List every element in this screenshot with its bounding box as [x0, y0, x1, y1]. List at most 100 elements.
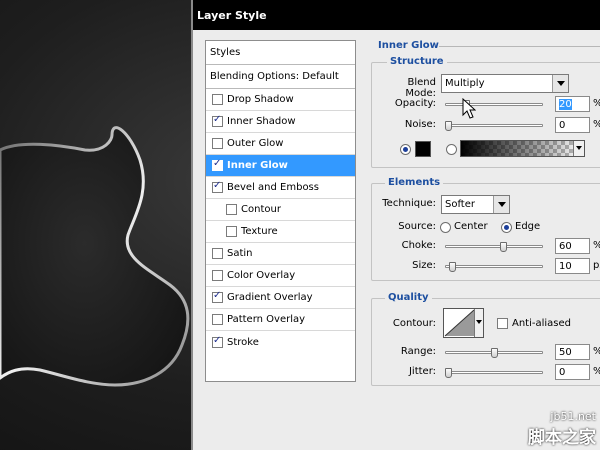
source-center-radio[interactable] — [440, 222, 451, 233]
noise-unit: % — [593, 119, 600, 130]
styles-header-label: Styles — [210, 47, 241, 58]
size-input[interactable]: 10 — [555, 258, 590, 274]
style-item-label: Color Overlay — [227, 270, 296, 281]
jitter-value: 0 — [559, 367, 566, 378]
style-item-contour[interactable]: Contour — [206, 199, 355, 221]
style-item-satin[interactable]: Satin — [206, 243, 355, 265]
gradient-radio[interactable] — [446, 144, 457, 155]
glow-gradient-picker[interactable] — [460, 140, 585, 157]
blending-options-label: Blending Options: Default — [210, 71, 339, 82]
jitter-label: Jitter: — [408, 366, 436, 377]
range-slider-handle[interactable] — [490, 348, 498, 358]
style-item-inner-shadow[interactable]: Inner Shadow — [206, 111, 355, 133]
inner-glow-checkbox[interactable] — [212, 158, 223, 171]
inner-glow-title: Inner Glow — [378, 40, 439, 51]
contour-picker[interactable] — [443, 308, 484, 338]
style-item-color-overlay[interactable]: Color Overlay — [206, 265, 355, 287]
range-label: Range: — [400, 346, 436, 357]
glow-color-swatch[interactable] — [415, 141, 431, 157]
range-input[interactable]: 50 — [555, 344, 590, 360]
source-center-label: Center — [454, 221, 488, 232]
style-item-bevel-and-emboss[interactable]: Bevel and Emboss — [206, 177, 355, 199]
blend-mode-label: Blend Mode: — [405, 77, 436, 99]
source-edge-radio[interactable] — [501, 222, 512, 233]
watermark-name: 脚本之家 — [528, 428, 596, 448]
opacity-unit: % — [593, 98, 600, 109]
choke-slider-handle[interactable] — [499, 242, 507, 252]
layer-style-dialog: Layer Style Styles Blending Options: Def… — [191, 0, 600, 450]
color-overlay-checkbox[interactable] — [212, 270, 223, 281]
gradient-overlay-checkbox[interactable] — [212, 290, 223, 303]
blend-mode-select[interactable]: Multiply — [441, 74, 569, 93]
drop-shadow-checkbox[interactable] — [212, 94, 223, 105]
source-edge-label: Edge — [515, 221, 541, 232]
noise-slider-handle[interactable] — [445, 121, 452, 131]
dialog-titlebar[interactable]: Layer Style — [193, 0, 600, 30]
technique-select[interactable]: Softer — [441, 195, 510, 214]
size-slider[interactable] — [445, 265, 543, 268]
source-label: Source: — [398, 221, 436, 232]
choke-input[interactable]: 60 — [555, 238, 590, 254]
size-slider-handle[interactable] — [448, 262, 456, 272]
style-item-pattern-overlay[interactable]: Pattern Overlay — [206, 309, 355, 331]
style-item-label: Gradient Overlay — [227, 292, 313, 303]
trefoil-shape — [0, 126, 190, 387]
noise-value: 0 — [559, 120, 566, 131]
mouse-pointer-icon — [462, 98, 476, 119]
chevron-down-icon — [474, 309, 483, 337]
style-item-label: Pattern Overlay — [227, 314, 306, 325]
contour-curve-icon — [444, 309, 475, 337]
range-value: 50 — [559, 347, 572, 358]
dialog-title: Layer Style — [197, 9, 267, 22]
choke-unit: % — [593, 240, 600, 251]
stroke-checkbox[interactable] — [212, 335, 223, 348]
bevel-and-emboss-checkbox[interactable] — [212, 180, 223, 193]
styles-list: Styles Blending Options: Default Drop Sh… — [205, 40, 356, 382]
style-item-label: Inner Glow — [227, 160, 288, 171]
chevron-down-icon — [493, 196, 509, 213]
style-item-gradient-overlay[interactable]: Gradient Overlay — [206, 287, 355, 309]
noise-input[interactable]: 0 — [555, 117, 590, 133]
pattern-overlay-checkbox[interactable] — [212, 314, 223, 325]
style-item-label: Inner Shadow — [227, 116, 296, 127]
noise-label: Noise: — [404, 119, 436, 130]
dialog-content: Styles Blending Options: Default Drop Sh… — [193, 30, 600, 450]
style-item-drop-shadow[interactable]: Drop Shadow — [206, 89, 355, 111]
contour-checkbox[interactable] — [226, 204, 237, 215]
style-item-texture[interactable]: Texture — [206, 221, 355, 243]
range-unit: % — [593, 346, 600, 357]
style-item-label: Texture — [241, 226, 278, 237]
technique-value: Softer — [445, 199, 475, 210]
shape-outline — [0, 126, 190, 387]
inner-shadow-checkbox[interactable] — [212, 114, 223, 127]
anti-aliased-checkbox[interactable] — [497, 318, 508, 329]
jitter-slider[interactable] — [445, 371, 543, 374]
chevron-down-icon — [552, 75, 568, 92]
style-item-label: Satin — [227, 248, 253, 259]
size-unit: px — [593, 260, 600, 271]
blending-options-item[interactable]: Blending Options: Default — [206, 65, 355, 89]
noise-slider[interactable] — [445, 124, 543, 127]
styles-header[interactable]: Styles — [206, 41, 355, 65]
style-item-stroke[interactable]: Stroke — [206, 331, 355, 353]
style-item-label: Drop Shadow — [227, 94, 294, 105]
choke-slider[interactable] — [445, 245, 543, 248]
choke-value: 60 — [559, 241, 572, 252]
size-label: Size: — [412, 260, 436, 271]
opacity-label: Opacity: — [394, 98, 436, 109]
style-item-label: Contour — [241, 204, 281, 215]
satin-checkbox[interactable] — [212, 248, 223, 259]
texture-checkbox[interactable] — [226, 226, 237, 237]
style-item-inner-glow[interactable]: Inner Glow — [206, 155, 355, 177]
outer-glow-checkbox[interactable] — [212, 138, 223, 149]
jitter-input[interactable]: 0 — [555, 364, 590, 380]
jitter-slider-handle[interactable] — [445, 368, 452, 378]
style-item-outer-glow[interactable]: Outer Glow — [206, 133, 355, 155]
anti-aliased-label: Anti-aliased — [512, 318, 572, 329]
opacity-input[interactable]: 20 — [555, 96, 590, 112]
elements-title: Elements — [385, 177, 444, 188]
watermark-url: jb51.net — [550, 410, 596, 423]
style-item-label: Stroke — [227, 336, 259, 348]
opacity-slider[interactable] — [445, 103, 543, 106]
solid-color-radio[interactable] — [400, 144, 411, 155]
